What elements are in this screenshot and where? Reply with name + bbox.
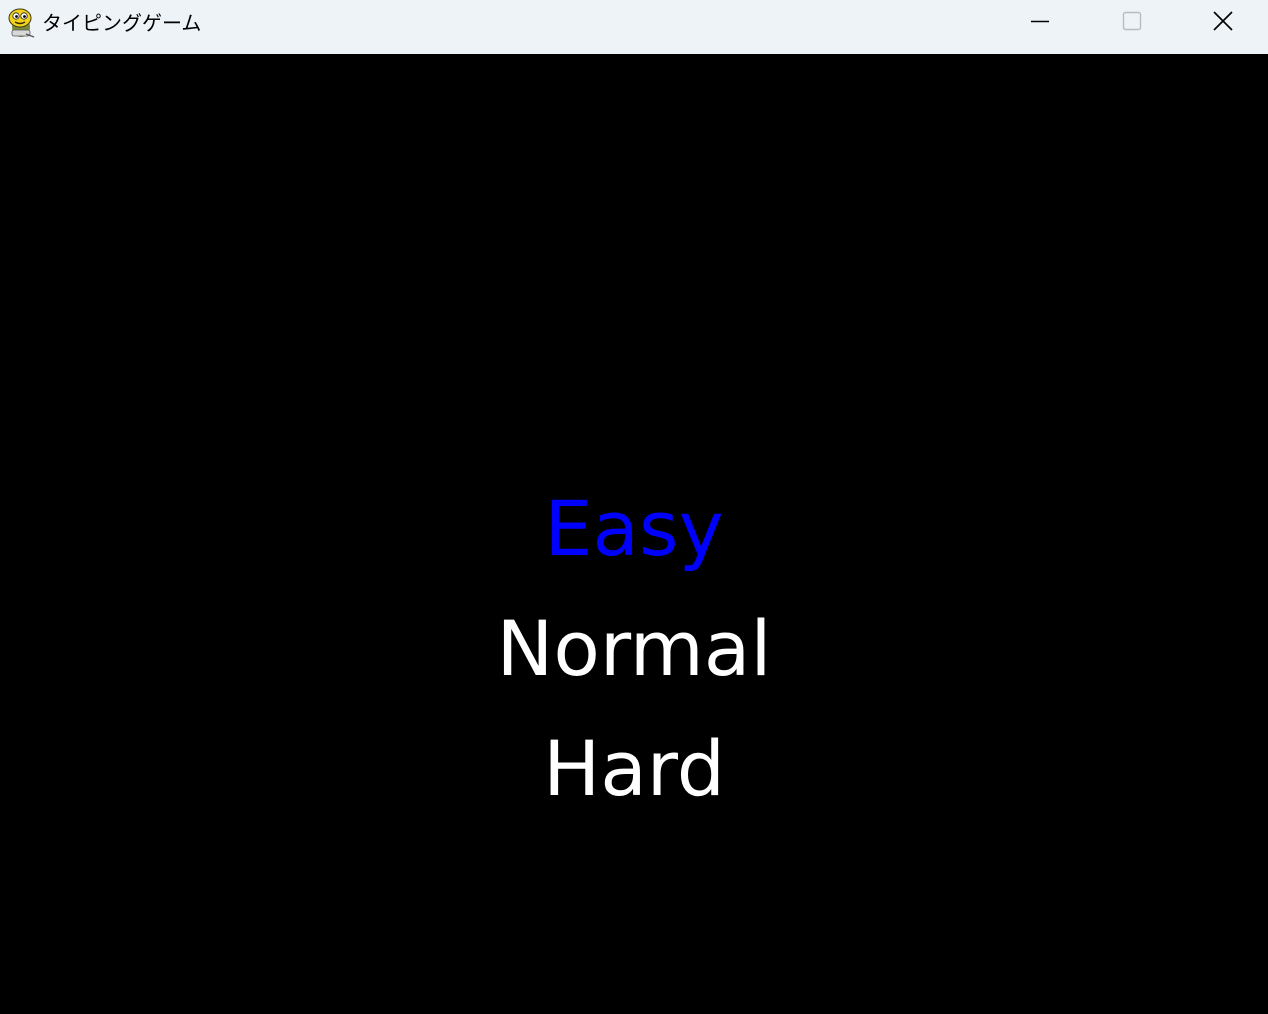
game-canvas[interactable]: Easy Normal Hard [0,54,1268,1014]
difficulty-option-hard[interactable]: Hard [0,724,1268,814]
close-icon [1212,10,1234,36]
difficulty-option-easy[interactable]: Easy [0,484,1268,574]
pygame-snake-icon [6,6,38,40]
maximize-icon [1122,11,1142,35]
app-window: タイピングゲーム Easy Normal Hard [0,0,1268,1014]
title-bar[interactable]: タイピングゲーム [0,0,1268,54]
difficulty-option-normal[interactable]: Normal [0,604,1268,694]
minimize-button[interactable] [994,0,1086,46]
window-title: タイピングゲーム [42,11,202,35]
close-button[interactable] [1178,0,1268,46]
maximize-button[interactable] [1086,0,1178,46]
minimize-icon [1030,11,1050,35]
